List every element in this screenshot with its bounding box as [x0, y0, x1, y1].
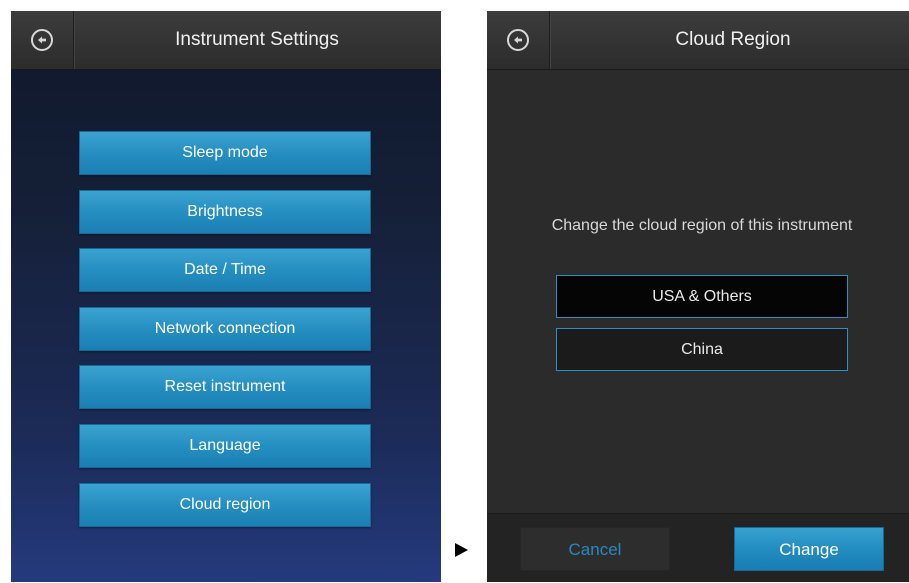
change-button[interactable]: Change: [734, 527, 884, 571]
play-triangle-icon: [455, 543, 468, 557]
date-time-button[interactable]: Date / Time: [79, 248, 371, 292]
language-button[interactable]: Language: [79, 424, 371, 468]
cancel-button[interactable]: Cancel: [520, 527, 670, 571]
sleep-mode-button[interactable]: Sleep mode: [79, 131, 371, 175]
instrument-settings-screen: Instrument Settings Sleep mode Brightnes…: [11, 11, 441, 582]
footer-bar: Cancel Change: [487, 513, 909, 582]
arrow-left-circle-icon: [31, 29, 53, 51]
arrow-left-circle-icon: [507, 29, 529, 51]
back-button[interactable]: [487, 11, 550, 69]
network-connection-button[interactable]: Network connection: [79, 307, 371, 351]
region-option-usa-others[interactable]: USA & Others: [556, 275, 848, 318]
region-prompt-text: Change the cloud region of this instrume…: [551, 217, 853, 234]
page-title: Instrument Settings: [175, 29, 339, 50]
cloud-region-screen: Cloud Region Change the cloud region of …: [487, 11, 909, 582]
region-option-china[interactable]: China: [556, 328, 848, 371]
reset-instrument-button[interactable]: Reset instrument: [79, 365, 371, 409]
back-button[interactable]: [11, 11, 74, 69]
page-title: Cloud Region: [675, 29, 791, 50]
cloud-region-button[interactable]: Cloud region: [79, 483, 371, 527]
brightness-button[interactable]: Brightness: [79, 190, 371, 234]
titlebar: Cloud Region: [487, 11, 909, 70]
titlebar: Instrument Settings: [11, 11, 441, 70]
